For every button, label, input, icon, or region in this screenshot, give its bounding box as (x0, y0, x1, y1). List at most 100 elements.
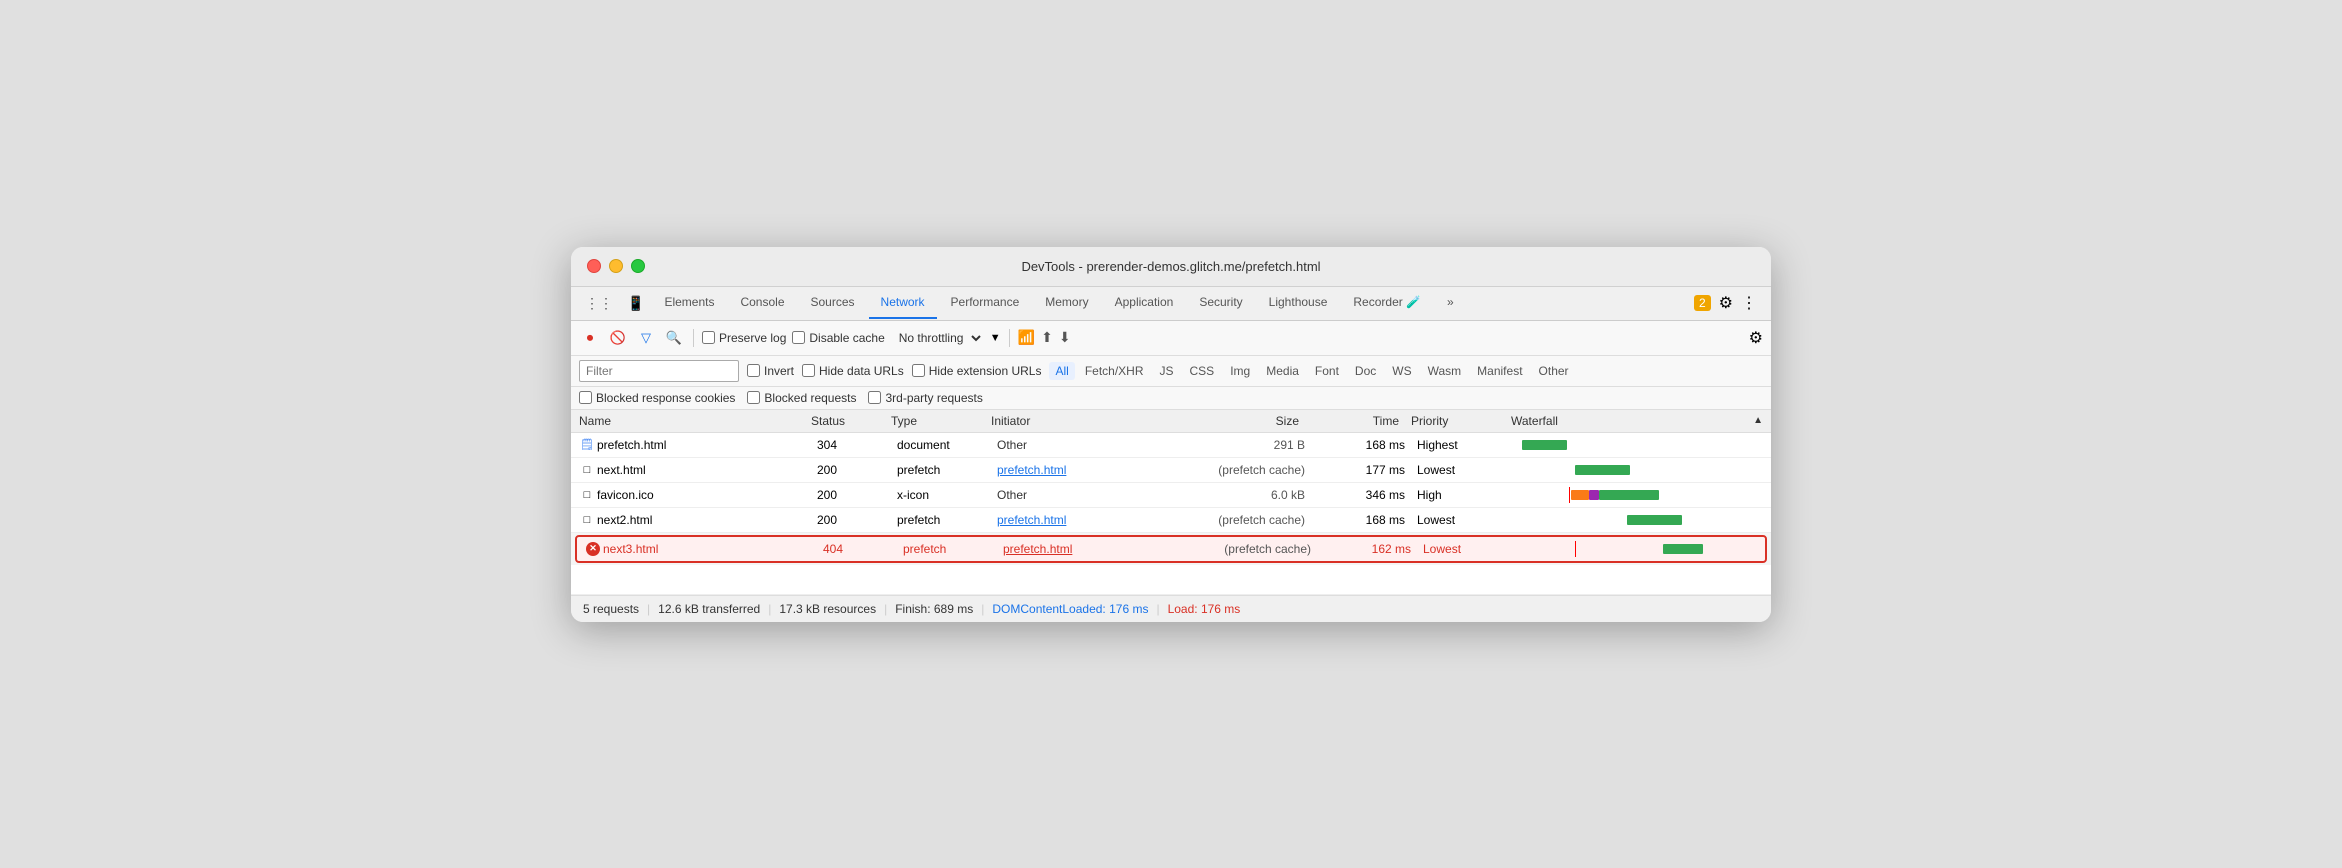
tab-console[interactable]: Console (728, 287, 796, 319)
type-css[interactable]: CSS (1184, 362, 1221, 380)
load-time: Load: 176 ms (1168, 602, 1241, 616)
filter-input[interactable] (579, 360, 739, 382)
blocked-cookies-label[interactable]: Blocked response cookies (579, 391, 735, 405)
table-row[interactable]: 🗒 prefetch.html 304 document Other 291 B… (571, 433, 1771, 458)
type-wasm[interactable]: Wasm (1422, 362, 1468, 380)
type-doc[interactable]: Doc (1349, 362, 1382, 380)
table-row[interactable]: □ next.html 200 prefetch prefetch.html (… (571, 458, 1771, 483)
tab-actions: 2 ⚙ ⋮ (1688, 293, 1763, 313)
type-js[interactable]: JS (1154, 362, 1180, 380)
search-button[interactable]: 🔍 (663, 327, 685, 349)
chevron-down-icon[interactable]: ▼ (990, 332, 1001, 344)
doc-icon: □ (577, 464, 597, 476)
row-waterfall (1517, 437, 1771, 453)
table-row[interactable]: □ next2.html 200 prefetch prefetch.html … (571, 508, 1771, 533)
row-initiator[interactable]: prefetch.html (1003, 542, 1163, 556)
finish-time: Finish: 689 ms (895, 602, 973, 616)
type-fetch-xhr[interactable]: Fetch/XHR (1079, 362, 1150, 380)
type-media[interactable]: Media (1260, 362, 1305, 380)
requests-count: 5 requests (583, 602, 639, 616)
tab-memory[interactable]: Memory (1033, 287, 1100, 319)
wifi-icon[interactable]: 📶 (1018, 329, 1035, 346)
download-icon[interactable]: ⬇ (1059, 329, 1071, 346)
row-status: 404 (823, 542, 903, 556)
tab-security[interactable]: Security (1187, 287, 1254, 319)
doc-icon: □ (577, 514, 597, 526)
tab-recorder[interactable]: Recorder 🧪 (1341, 287, 1433, 319)
row-initiator: Other (997, 438, 1157, 452)
row-priority: Lowest (1417, 513, 1517, 527)
disable-cache-checkbox[interactable] (792, 331, 805, 344)
devtools-window: DevTools - prerender-demos.glitch.me/pre… (571, 247, 1771, 622)
throttle-select[interactable]: No throttling (891, 328, 984, 348)
type-ws[interactable]: WS (1386, 362, 1417, 380)
header-name[interactable]: Name (571, 414, 811, 428)
network-settings-icon[interactable]: ⚙ (1749, 328, 1763, 348)
header-priority[interactable]: Priority (1411, 414, 1511, 428)
hide-extension-urls-label[interactable]: Hide extension URLs (912, 364, 1042, 378)
settings-icon[interactable]: ⚙ (1719, 293, 1733, 313)
third-party-label[interactable]: 3rd-party requests (868, 391, 982, 405)
table-row-error[interactable]: ✕ next3.html 404 prefetch prefetch.html … (575, 535, 1767, 563)
network-toolbar: ⏺ 🚫 ▽ 🔍 Preserve log Disable cache No th… (571, 321, 1771, 356)
disable-cache-label[interactable]: Disable cache (792, 331, 884, 345)
row-initiator: Other (997, 488, 1157, 502)
row-type: x-icon (897, 488, 997, 502)
sort-arrow-icon: ▲ (1753, 415, 1763, 426)
header-initiator[interactable]: Initiator (991, 414, 1151, 428)
invert-checkbox[interactable] (747, 364, 760, 377)
row-initiator[interactable]: prefetch.html (997, 513, 1157, 527)
hide-extension-urls-checkbox[interactable] (912, 364, 925, 377)
row-status: 200 (817, 513, 897, 527)
blocked-requests-label[interactable]: Blocked requests (747, 391, 856, 405)
tab-network[interactable]: Network (869, 287, 937, 319)
header-status[interactable]: Status (811, 414, 891, 428)
minimize-button[interactable] (609, 259, 623, 273)
more-icon[interactable]: ⋮ (1741, 293, 1757, 313)
header-type[interactable]: Type (891, 414, 991, 428)
tab-sources[interactable]: Sources (799, 287, 867, 319)
invert-label[interactable]: Invert (747, 364, 794, 378)
hide-data-urls-label[interactable]: Hide data URLs (802, 364, 904, 378)
header-time[interactable]: Time (1311, 414, 1411, 428)
preserve-log-checkbox[interactable] (702, 331, 715, 344)
table-row[interactable]: □ favicon.ico 200 x-icon Other 6.0 kB 34… (571, 483, 1771, 508)
preserve-log-label[interactable]: Preserve log (702, 331, 786, 345)
device-toolbar-icon[interactable]: 📱 (621, 287, 650, 320)
row-priority: Lowest (1417, 463, 1517, 477)
type-other[interactable]: Other (1533, 362, 1575, 380)
close-button[interactable] (587, 259, 601, 273)
upload-icon[interactable]: ⬆ (1041, 329, 1053, 346)
header-waterfall[interactable]: Waterfall ▲ (1511, 414, 1771, 428)
extra-filters: Blocked response cookies Blocked request… (571, 387, 1771, 410)
type-font[interactable]: Font (1309, 362, 1345, 380)
blocked-cookies-checkbox[interactable] (579, 391, 592, 404)
inspector-icon[interactable]: ⋮⋮ (579, 287, 619, 320)
record-button[interactable]: ⏺ (579, 327, 601, 349)
clear-button[interactable]: 🚫 (607, 327, 629, 349)
tab-elements[interactable]: Elements (652, 287, 726, 319)
type-manifest[interactable]: Manifest (1471, 362, 1528, 380)
type-all[interactable]: All (1049, 362, 1074, 380)
hide-data-urls-checkbox[interactable] (802, 364, 815, 377)
devtools-tab-bar: ⋮⋮ 📱 Elements Console Sources Network Pe… (571, 287, 1771, 321)
row-initiator[interactable]: prefetch.html (997, 463, 1157, 477)
tab-more[interactable]: » (1435, 287, 1466, 319)
blocked-cookies-text: Blocked response cookies (596, 391, 735, 405)
filter-types: All Fetch/XHR JS CSS Img Media Font Doc … (1049, 362, 1574, 380)
row-status: 304 (817, 438, 897, 452)
tab-lighthouse[interactable]: Lighthouse (1257, 287, 1340, 319)
header-size[interactable]: Size (1151, 414, 1311, 428)
maximize-button[interactable] (631, 259, 645, 273)
row-name: favicon.ico (597, 488, 817, 502)
filter-icon[interactable]: ▽ (635, 327, 657, 349)
third-party-checkbox[interactable] (868, 391, 881, 404)
row-type: prefetch (897, 463, 997, 477)
row-name: next3.html (603, 542, 823, 556)
tab-application[interactable]: Application (1103, 287, 1186, 319)
row-priority: Highest (1417, 438, 1517, 452)
type-img[interactable]: Img (1224, 362, 1256, 380)
row-waterfall (1517, 512, 1771, 528)
tab-performance[interactable]: Performance (939, 287, 1032, 319)
blocked-requests-checkbox[interactable] (747, 391, 760, 404)
